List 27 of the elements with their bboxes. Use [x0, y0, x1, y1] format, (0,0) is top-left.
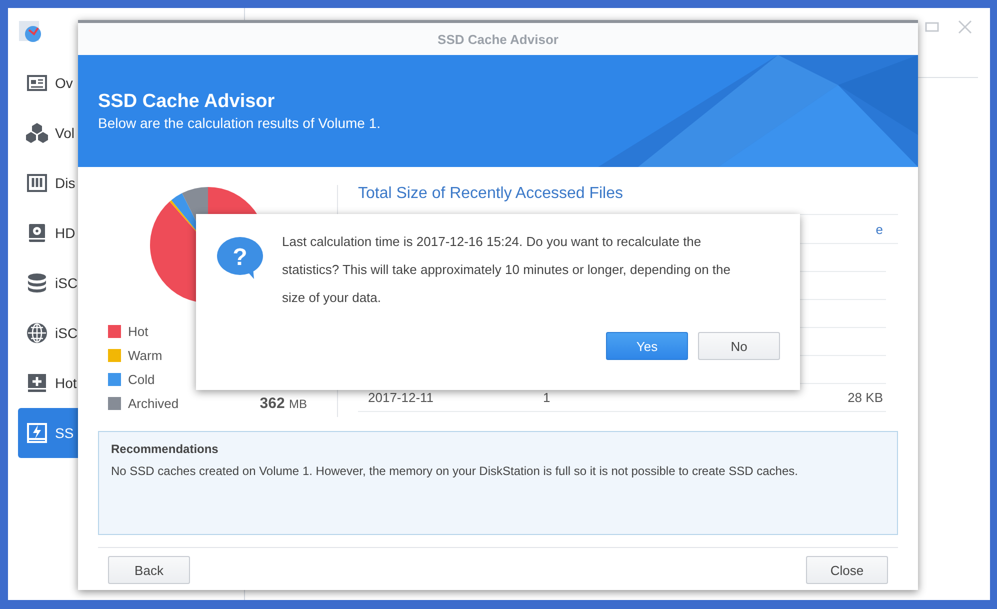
confirm-message: Last calculation time is 2017-12-16 15:24. Do you want to recalculate the statistics? This will take approximately 10 minutes or longer, depending on the size of your data. — [282, 233, 732, 307]
dialog-button[interactable]: Back — [108, 556, 190, 584]
confirm-button[interactable]: No — [698, 332, 780, 360]
legend-label: Archived — [128, 396, 179, 410]
sidebar-item[interactable]: Dis — [18, 158, 78, 208]
legend-label: Hot — [128, 324, 148, 338]
sidebar-item[interactable]: iSC — [18, 308, 78, 358]
dialog-button[interactable]: Close — [806, 556, 888, 584]
dialog-title: SSD Cache Advisor — [78, 23, 918, 55]
recommendations-heading: Recommendations — [111, 442, 220, 456]
sidebar-item[interactable]: Ov — [18, 58, 78, 108]
sidebar-item[interactable]: HD — [18, 208, 78, 258]
banner-heading: SSD Cache Advisor — [98, 91, 276, 113]
table-cell-text: 1 — [543, 390, 552, 405]
sidebar-item[interactable]: iSC — [18, 258, 78, 308]
column-header: e — [876, 222, 883, 236]
recommendations-text: No SSD caches created on Volume 1. However, the memory on your DiskStation is full so it is not possible to create SSD caches. — [111, 464, 799, 478]
table-cell-text: 2017-12-11 — [367, 390, 435, 405]
legend-label: Cold — [128, 372, 155, 386]
sidebar-item[interactable]: Vol — [18, 108, 78, 158]
legend-label: Warm — [128, 348, 162, 362]
legend-value: 362 MB — [260, 394, 307, 412]
section-title: Total Size of Recently Accessed Files — [358, 185, 624, 203]
banner-subtitle: Below are the calculation results of Volume 1. — [98, 115, 382, 131]
table-cell-text: 28 KB — [846, 390, 883, 405]
sidebar-item[interactable]: Hot — [18, 358, 78, 408]
sidebar-item[interactable]: SS — [18, 408, 78, 458]
